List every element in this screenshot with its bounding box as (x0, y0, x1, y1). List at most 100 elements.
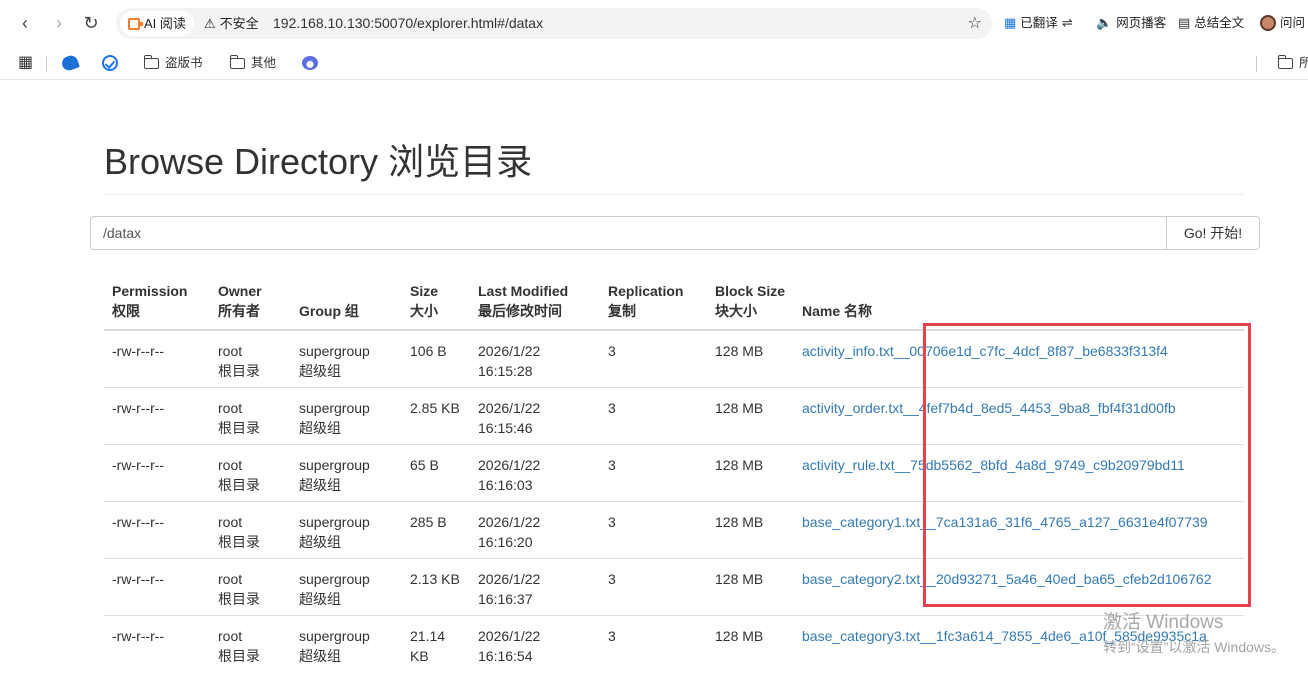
translate-extension[interactable]: ▦ 已翻译 ⇌ (1004, 10, 1073, 36)
cell-replication: 3 (600, 558, 707, 616)
browser-toolbar: ‹ › ↻ AI 阅读 ⚠ 不安全 192.168.10.130:50070/e… (0, 0, 1308, 46)
address-bar[interactable]: AI 阅读 ⚠ 不安全 192.168.10.130:50070/explore… (116, 8, 992, 39)
cell-owner: root 根目录 (210, 501, 291, 559)
translate-label: 已翻译 (1020, 16, 1058, 30)
back-arrow-icon[interactable]: ‹ (12, 10, 38, 36)
title-divider (104, 194, 1244, 195)
file-link[interactable]: activity_order.txt__4fef7b4d_8ed5_4453_9… (802, 400, 1176, 416)
owner-text: root (218, 343, 243, 359)
table-row: -rw-r--r-- root 根目录 supergroup 超级组 285 B 2… (104, 501, 1244, 559)
directory-path-input[interactable] (90, 216, 1168, 250)
bookmark-site-1[interactable] (60, 52, 84, 74)
bookmark-folder-all[interactable]: 所 (1277, 52, 1308, 74)
header-block-size[interactable]: Block Size 块大小 (707, 276, 794, 331)
url-text[interactable]: 192.168.10.130:50070/explorer.html#/data… (273, 8, 543, 39)
bookmark-site-2[interactable] (102, 52, 124, 74)
security-indicator[interactable]: ⚠ 不安全 (204, 8, 259, 39)
ai-reading-chip[interactable]: AI 阅读 (120, 11, 194, 36)
size-text: 106 B (410, 343, 447, 359)
bookmark-star-icon[interactable]: ☆ (968, 8, 982, 39)
date-text: 2026/1/22 (478, 400, 541, 416)
owner-zh-text: 根目录 (218, 363, 260, 379)
ask-label: 问问 (1280, 16, 1306, 30)
owner-text: root (218, 457, 243, 473)
time-text: 16:16:20 (478, 534, 533, 550)
reload-icon[interactable]: ↻ (78, 10, 104, 36)
size-text: 2.13 KB (410, 571, 460, 587)
cell-name: activity_rule.txt__75db5562_8bfd_4a8d_97… (794, 444, 1244, 502)
cell-permission: -rw-r--r-- (104, 329, 210, 388)
bookmark-label: 所 (1299, 56, 1308, 70)
read-aloud-label: 网页播客 (1116, 16, 1167, 30)
bookmark-folder-pirated-books[interactable]: 盗版书 (143, 52, 203, 74)
header-en: Owner (218, 283, 262, 299)
folder-icon (229, 54, 245, 69)
header-group[interactable]: Group 组 (291, 276, 402, 331)
file-link[interactable]: activity_info.txt__00706e1d_c7fc_4dcf_8f… (802, 343, 1168, 359)
cell-replication: 3 (600, 501, 707, 559)
header-en: Replication (608, 283, 684, 299)
group-zh-text: 超级组 (299, 534, 341, 550)
header-zh: 块大小 (715, 303, 757, 319)
cell-size: 2.85 KB (402, 387, 470, 445)
bookmark-label: 其他 (251, 56, 277, 70)
cell-owner: root 根目录 (210, 615, 291, 673)
header-owner[interactable]: Owner 所有者 (210, 276, 291, 331)
apps-grid-icon[interactable]: ▦ (18, 52, 33, 74)
header-replication[interactable]: Replication 复制 (600, 276, 707, 331)
cell-last-modified: 2026/1/22 16:15:46 (470, 387, 600, 445)
file-link[interactable]: base_category3.txt__1fc3a614_7855_4de6_a… (802, 628, 1207, 644)
summary-extension[interactable]: ▤ 总结全文 (1178, 10, 1244, 36)
cell-block-size: 128 MB (707, 444, 794, 502)
directory-table: Permission 权限 Owner 所有者 Group 组 Size 大小 Las… (104, 276, 1244, 673)
read-aloud-extension[interactable]: 🔈 网页播客 (1096, 10, 1166, 36)
header-en: Permission (112, 283, 188, 299)
owner-zh-text: 根目录 (218, 477, 260, 493)
bookmark-site-3[interactable] (302, 52, 324, 74)
cell-replication: 3 (600, 329, 707, 388)
cell-block-size: 128 MB (707, 329, 794, 388)
header-size[interactable]: Size 大小 (402, 276, 470, 331)
translate-icon: ▦ (1004, 15, 1017, 30)
header-zh: 复制 (608, 303, 636, 319)
header-permission[interactable]: Permission 权限 (104, 276, 210, 331)
table-row: -rw-r--r-- root 根目录 supergroup 超级组 21.14 KB… (104, 615, 1244, 673)
size-text: 2.85 KB (410, 400, 460, 416)
cell-last-modified: 2026/1/22 16:16:37 (470, 558, 600, 616)
group-text: supergroup (299, 400, 370, 416)
cell-size: 65 B (402, 444, 470, 502)
cell-permission: -rw-r--r-- (104, 615, 210, 673)
cell-group: supergroup 超级组 (291, 501, 402, 559)
size-unit-text: KB (410, 648, 429, 664)
file-link[interactable]: base_category1.txt__7ca131a6_31f6_4765_a… (802, 514, 1208, 530)
page-title: Browse Directory 浏览目录 (104, 141, 533, 182)
security-label: 不安全 (219, 16, 259, 31)
page-content: Browse Directory 浏览目录 Go! 开始! Permission… (0, 81, 1308, 682)
date-text: 2026/1/22 (478, 343, 541, 359)
table-row: -rw-r--r-- root 根目录 supergroup 超级组 106 B 2… (104, 329, 1244, 388)
cell-name: activity_info.txt__00706e1d_c7fc_4dcf_8f… (794, 329, 1244, 388)
ring-logo-icon (302, 56, 318, 70)
owner-text: root (218, 571, 243, 587)
group-zh-text: 超级组 (299, 363, 341, 379)
bookmark-folder-other[interactable]: 其他 (229, 52, 277, 74)
cell-replication: 3 (600, 615, 707, 673)
avatar-icon (1260, 15, 1276, 31)
bookmarks-divider (46, 56, 47, 72)
group-text: supergroup (299, 628, 370, 644)
ask-extension[interactable]: 问问 (1260, 10, 1305, 36)
translate-settings-icon: ⇌ (1061, 15, 1073, 30)
go-button[interactable]: Go! 开始! (1166, 216, 1260, 250)
ai-reading-label: AI 阅读 (144, 16, 186, 31)
cell-last-modified: 2026/1/22 16:16:54 (470, 615, 600, 673)
file-link[interactable]: base_category2.txt__20d93271_5a46_40ed_b… (802, 571, 1212, 587)
header-name[interactable]: Name 名称 (794, 276, 1244, 331)
cell-size: 106 B (402, 329, 470, 388)
cell-owner: root 根目录 (210, 329, 291, 388)
forward-arrow-icon[interactable]: › (46, 10, 72, 36)
size-text: 65 B (410, 457, 439, 473)
header-zh: 大小 (410, 303, 438, 319)
cell-group: supergroup 超级组 (291, 387, 402, 445)
header-last-modified[interactable]: Last Modified 最后修改时间 (470, 276, 600, 331)
file-link[interactable]: activity_rule.txt__75db5562_8bfd_4a8d_97… (802, 457, 1185, 473)
